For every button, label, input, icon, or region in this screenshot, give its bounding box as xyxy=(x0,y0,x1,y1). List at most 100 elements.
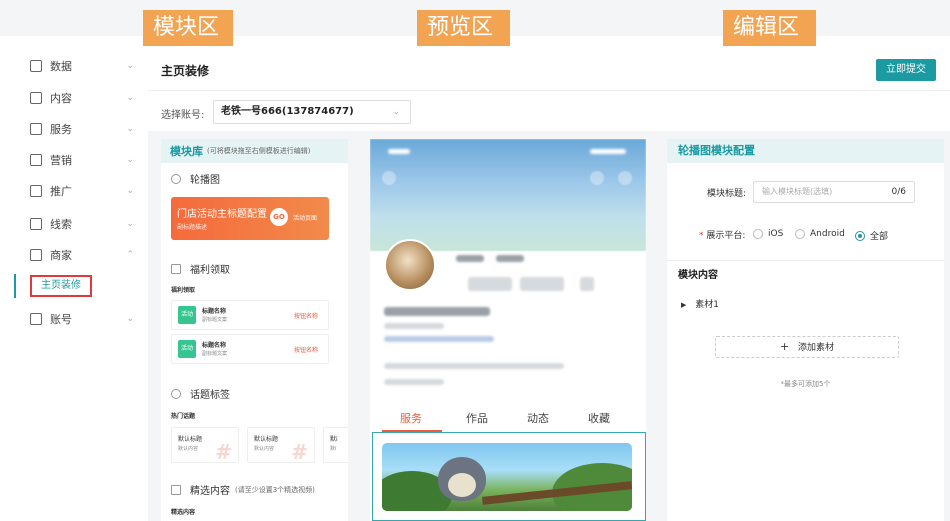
sidebar-item-content[interactable]: 内容 ⌄ xyxy=(0,82,148,114)
topic-sub: 默认内容 xyxy=(254,446,275,452)
plus-icon: + xyxy=(779,340,790,353)
back-icon xyxy=(382,171,396,185)
module-welfare[interactable]: 福利领取 xyxy=(171,261,230,276)
activity-badge: 活动 xyxy=(178,306,196,324)
topics-header: 热门话题 xyxy=(171,413,196,420)
module-title-label: 模块标题: xyxy=(707,189,747,199)
welfare-title: 标题名称 xyxy=(202,342,227,349)
account-select-value: 老铁一号666(137874677) xyxy=(221,106,354,117)
page-header: 主页装修 立即提交 xyxy=(148,48,950,91)
page-root: { "section_tags": { "modules": "模块区", "p… xyxy=(0,0,950,521)
sidebar-item-merchant[interactable]: 商家 ⌃ xyxy=(0,239,148,271)
module-label: 话题标签 xyxy=(190,390,230,401)
max-material-tip: *最多可添加5个 xyxy=(780,380,831,388)
sidebar-item-label: 推广 xyxy=(50,185,72,198)
hash-icon: # xyxy=(215,440,232,464)
sidebar-item-account[interactable]: 账号 ⌄ xyxy=(0,303,148,335)
promotion-icon xyxy=(30,185,42,197)
editor-title: 轮播图模块配置 xyxy=(667,139,944,163)
chevron-down-icon: ⌄ xyxy=(126,93,134,103)
search-icon xyxy=(590,171,604,185)
tab-service[interactable]: 服务 xyxy=(400,410,422,426)
topic-card[interactable]: 默认标题 默认内容 # xyxy=(171,427,239,464)
action-button-blur xyxy=(520,277,564,291)
welfare-item[interactable]: 活动 标题名称 副标题文案 按钮名称 xyxy=(171,300,329,330)
chevron-down-icon: ⌄ xyxy=(126,61,134,71)
phone-preview: 服务 作品 动态 收藏 xyxy=(370,139,646,521)
topic-sub: 默i xyxy=(330,446,337,452)
tag-icon xyxy=(171,388,181,399)
profile-id-blur xyxy=(384,323,444,329)
merchant-icon xyxy=(30,249,42,261)
tab-works[interactable]: 作品 xyxy=(466,410,488,426)
module-label: 福利领取 xyxy=(190,265,230,276)
banner-sub-title: 副标题描述 xyxy=(177,224,208,231)
banner-main-title: 门店活动主标题配置 xyxy=(177,209,267,220)
add-material-button[interactable]: + 添加素材 xyxy=(715,336,899,358)
sidebar-item-homepage-decoration[interactable]: 主页装修 xyxy=(0,274,148,298)
module-topics[interactable]: 话题标签 xyxy=(171,386,230,401)
topic-card[interactable]: 默i 默i xyxy=(323,427,348,463)
action-button-blur xyxy=(580,277,594,291)
status-bar-icons xyxy=(590,149,626,154)
topic-title: 默认标题 xyxy=(254,436,279,443)
topic-title: 默认标题 xyxy=(178,436,203,443)
submit-button[interactable]: 立即提交 xyxy=(876,59,936,81)
tab-favorites[interactable]: 收藏 xyxy=(588,410,610,426)
module-featured[interactable]: 精选内容 (请至少设置3个精选视频) xyxy=(171,482,315,497)
hash-icon: # xyxy=(291,440,308,464)
module-hint: (请至少设置3个精选视频) xyxy=(235,485,315,494)
preview-tabs: 服务 作品 动态 收藏 xyxy=(370,404,646,432)
module-title-input[interactable]: 输入模块标题(选填) 0/6 xyxy=(753,181,915,203)
radio-android[interactable]: Android xyxy=(795,229,845,239)
carousel-banner-card[interactable]: 门店活动主标题配置 副标题描述 GO 活动页面 xyxy=(171,197,329,240)
module-library-title: 模块库 xyxy=(170,145,203,158)
material-item[interactable]: ▶ 素材1 xyxy=(681,297,719,310)
chevron-down-icon: ⌄ xyxy=(126,314,134,324)
featured-header: 精选内容 xyxy=(171,509,196,516)
welfare-subtitle: 副标题文案 xyxy=(202,351,228,357)
welfare-item[interactable]: 活动 标题名称 副标题文案 按钮名称 xyxy=(171,334,329,364)
module-scrollbar[interactable] xyxy=(348,139,356,521)
action-button-blur xyxy=(468,277,512,291)
sidebar-item-leads[interactable]: 线索 ⌄ xyxy=(0,208,148,240)
sidebar-item-promotion[interactable]: 推广 ⌄ xyxy=(0,175,148,207)
radio-all[interactable]: 全部 xyxy=(855,229,888,242)
platform-label: * 展示平台: xyxy=(699,231,746,241)
module-library-header: 模块库 (可将模块拖至右侧模板进行编辑) xyxy=(161,139,348,163)
module-carousel[interactable]: 轮播图 xyxy=(171,171,220,186)
more-icon xyxy=(618,171,632,185)
add-material-label: 添加素材 xyxy=(798,343,835,353)
profile-avatar xyxy=(384,239,436,291)
stat-blur xyxy=(496,255,524,262)
editor-area-tag: 编辑区 xyxy=(723,10,816,46)
content-icon xyxy=(30,92,42,104)
radio-label: Android xyxy=(810,229,845,239)
account-row: 选择账号: 老铁一号666(137874677) ⌄ xyxy=(148,91,950,131)
sidebar-item-label: 数据 xyxy=(50,60,72,73)
sidebar-item-service[interactable]: 服务 ⌄ xyxy=(0,113,148,145)
radio-icon xyxy=(753,229,763,239)
profile-bio-blur xyxy=(384,379,444,385)
module-library-panel: 模块库 (可将模块拖至右侧模板进行编辑) 轮播图 门店活动主标题配置 副标题描述… xyxy=(161,139,348,521)
radio-ios[interactable]: iOS xyxy=(753,229,783,239)
module-label: 轮播图 xyxy=(190,175,220,186)
welfare-title: 标题名称 xyxy=(202,308,227,315)
chevron-down-icon: ⌄ xyxy=(126,155,134,165)
page-title: 主页装修 xyxy=(161,64,210,78)
radio-checked-icon xyxy=(855,230,865,241)
tab-updates[interactable]: 动态 xyxy=(527,410,549,426)
sidebar-item-data[interactable]: 数据 ⌄ xyxy=(0,50,148,82)
editor-panel: 轮播图模块配置 模块标题: 输入模块标题(选填) 0/6 * 展示平台: iOS… xyxy=(667,139,944,521)
chevron-down-icon: ⌄ xyxy=(126,186,134,196)
chevron-down-icon: ⌄ xyxy=(126,219,134,229)
status-bar-time xyxy=(388,149,410,154)
sidebar-item-marketing[interactable]: 营销 ⌄ xyxy=(0,144,148,176)
module-title-placeholder: 输入模块标题(选填) xyxy=(762,187,833,196)
account-label: 选择账号: xyxy=(161,110,205,121)
profile-bio-blur xyxy=(384,363,564,369)
account-select[interactable]: 老铁一号666(137874677) ⌄ xyxy=(213,100,411,124)
sidebar-item-label: 账号 xyxy=(50,313,72,326)
topic-card[interactable]: 默认标题 默认内容 # xyxy=(247,427,315,464)
welfare-header: 福利领取 xyxy=(171,287,196,294)
